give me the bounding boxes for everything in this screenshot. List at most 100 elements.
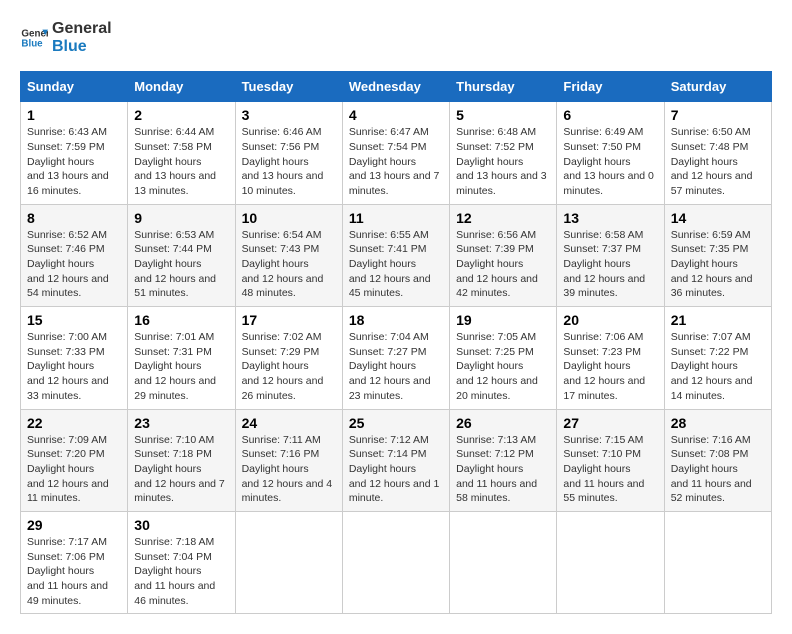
calendar-cell: 18 Sunrise: 7:04 AM Sunset: 7:27 PM Dayl… bbox=[342, 307, 449, 409]
day-number: 5 bbox=[456, 107, 550, 123]
calendar-cell: 20 Sunrise: 7:06 AM Sunset: 7:23 PM Dayl… bbox=[557, 307, 664, 409]
calendar-cell: 10 Sunrise: 6:54 AM Sunset: 7:43 PM Dayl… bbox=[235, 204, 342, 306]
col-tuesday: Tuesday bbox=[235, 72, 342, 102]
day-detail: Sunrise: 6:43 AM Sunset: 7:59 PM Dayligh… bbox=[27, 125, 121, 198]
day-number: 21 bbox=[671, 312, 765, 328]
calendar-cell: 25 Sunrise: 7:12 AM Sunset: 7:14 PM Dayl… bbox=[342, 409, 449, 511]
logo-icon: General Blue bbox=[20, 24, 48, 52]
calendar-cell: 7 Sunrise: 6:50 AM Sunset: 7:48 PM Dayli… bbox=[664, 102, 771, 204]
day-detail: Sunrise: 7:01 AM Sunset: 7:31 PM Dayligh… bbox=[134, 330, 228, 403]
day-number: 14 bbox=[671, 210, 765, 226]
calendar-cell bbox=[342, 511, 449, 613]
day-detail: Sunrise: 6:58 AM Sunset: 7:37 PM Dayligh… bbox=[563, 228, 657, 301]
calendar-cell: 22 Sunrise: 7:09 AM Sunset: 7:20 PM Dayl… bbox=[21, 409, 128, 511]
day-detail: Sunrise: 7:11 AM Sunset: 7:16 PM Dayligh… bbox=[242, 433, 336, 506]
day-number: 22 bbox=[27, 415, 121, 431]
day-number: 1 bbox=[27, 107, 121, 123]
calendar-cell: 19 Sunrise: 7:05 AM Sunset: 7:25 PM Dayl… bbox=[450, 307, 557, 409]
day-number: 2 bbox=[134, 107, 228, 123]
day-number: 26 bbox=[456, 415, 550, 431]
day-number: 30 bbox=[134, 517, 228, 533]
day-detail: Sunrise: 7:12 AM Sunset: 7:14 PM Dayligh… bbox=[349, 433, 443, 506]
calendar-cell: 24 Sunrise: 7:11 AM Sunset: 7:16 PM Dayl… bbox=[235, 409, 342, 511]
day-number: 28 bbox=[671, 415, 765, 431]
col-friday: Friday bbox=[557, 72, 664, 102]
calendar-cell: 28 Sunrise: 7:16 AM Sunset: 7:08 PM Dayl… bbox=[664, 409, 771, 511]
day-detail: Sunrise: 7:05 AM Sunset: 7:25 PM Dayligh… bbox=[456, 330, 550, 403]
calendar-cell: 16 Sunrise: 7:01 AM Sunset: 7:31 PM Dayl… bbox=[128, 307, 235, 409]
day-detail: Sunrise: 7:13 AM Sunset: 7:12 PM Dayligh… bbox=[456, 433, 550, 506]
calendar-cell: 5 Sunrise: 6:48 AM Sunset: 7:52 PM Dayli… bbox=[450, 102, 557, 204]
day-number: 27 bbox=[563, 415, 657, 431]
day-detail: Sunrise: 7:09 AM Sunset: 7:20 PM Dayligh… bbox=[27, 433, 121, 506]
col-monday: Monday bbox=[128, 72, 235, 102]
calendar-cell: 4 Sunrise: 6:47 AM Sunset: 7:54 PM Dayli… bbox=[342, 102, 449, 204]
day-detail: Sunrise: 7:07 AM Sunset: 7:22 PM Dayligh… bbox=[671, 330, 765, 403]
col-thursday: Thursday bbox=[450, 72, 557, 102]
day-detail: Sunrise: 6:44 AM Sunset: 7:58 PM Dayligh… bbox=[134, 125, 228, 198]
day-number: 9 bbox=[134, 210, 228, 226]
day-number: 29 bbox=[27, 517, 121, 533]
day-detail: Sunrise: 6:55 AM Sunset: 7:41 PM Dayligh… bbox=[349, 228, 443, 301]
col-saturday: Saturday bbox=[664, 72, 771, 102]
day-detail: Sunrise: 7:15 AM Sunset: 7:10 PM Dayligh… bbox=[563, 433, 657, 506]
col-wednesday: Wednesday bbox=[342, 72, 449, 102]
day-number: 10 bbox=[242, 210, 336, 226]
day-detail: Sunrise: 6:54 AM Sunset: 7:43 PM Dayligh… bbox=[242, 228, 336, 301]
calendar-cell: 3 Sunrise: 6:46 AM Sunset: 7:56 PM Dayli… bbox=[235, 102, 342, 204]
calendar-cell: 6 Sunrise: 6:49 AM Sunset: 7:50 PM Dayli… bbox=[557, 102, 664, 204]
calendar-cell: 26 Sunrise: 7:13 AM Sunset: 7:12 PM Dayl… bbox=[450, 409, 557, 511]
day-number: 13 bbox=[563, 210, 657, 226]
day-detail: Sunrise: 6:50 AM Sunset: 7:48 PM Dayligh… bbox=[671, 125, 765, 198]
logo: General Blue General Blue bbox=[20, 20, 112, 55]
calendar-cell: 21 Sunrise: 7:07 AM Sunset: 7:22 PM Dayl… bbox=[664, 307, 771, 409]
calendar-table: Sunday Monday Tuesday Wednesday Thursday… bbox=[20, 71, 772, 614]
calendar-cell: 11 Sunrise: 6:55 AM Sunset: 7:41 PM Dayl… bbox=[342, 204, 449, 306]
day-number: 11 bbox=[349, 210, 443, 226]
day-detail: Sunrise: 7:04 AM Sunset: 7:27 PM Dayligh… bbox=[349, 330, 443, 403]
day-detail: Sunrise: 7:16 AM Sunset: 7:08 PM Dayligh… bbox=[671, 433, 765, 506]
day-detail: Sunrise: 6:53 AM Sunset: 7:44 PM Dayligh… bbox=[134, 228, 228, 301]
day-detail: Sunrise: 7:06 AM Sunset: 7:23 PM Dayligh… bbox=[563, 330, 657, 403]
day-number: 20 bbox=[563, 312, 657, 328]
calendar-cell: 2 Sunrise: 6:44 AM Sunset: 7:58 PM Dayli… bbox=[128, 102, 235, 204]
calendar-cell bbox=[235, 511, 342, 613]
day-number: 6 bbox=[563, 107, 657, 123]
day-detail: Sunrise: 7:10 AM Sunset: 7:18 PM Dayligh… bbox=[134, 433, 228, 506]
day-detail: Sunrise: 7:17 AM Sunset: 7:06 PM Dayligh… bbox=[27, 535, 121, 608]
calendar-cell: 9 Sunrise: 6:53 AM Sunset: 7:44 PM Dayli… bbox=[128, 204, 235, 306]
calendar-cell bbox=[450, 511, 557, 613]
calendar-cell: 13 Sunrise: 6:58 AM Sunset: 7:37 PM Dayl… bbox=[557, 204, 664, 306]
day-number: 19 bbox=[456, 312, 550, 328]
day-number: 18 bbox=[349, 312, 443, 328]
day-detail: Sunrise: 6:52 AM Sunset: 7:46 PM Dayligh… bbox=[27, 228, 121, 301]
day-detail: Sunrise: 6:49 AM Sunset: 7:50 PM Dayligh… bbox=[563, 125, 657, 198]
calendar-cell: 23 Sunrise: 7:10 AM Sunset: 7:18 PM Dayl… bbox=[128, 409, 235, 511]
day-detail: Sunrise: 6:47 AM Sunset: 7:54 PM Dayligh… bbox=[349, 125, 443, 198]
calendar-cell: 29 Sunrise: 7:17 AM Sunset: 7:06 PM Dayl… bbox=[21, 511, 128, 613]
calendar-cell: 27 Sunrise: 7:15 AM Sunset: 7:10 PM Dayl… bbox=[557, 409, 664, 511]
calendar-cell bbox=[557, 511, 664, 613]
day-detail: Sunrise: 6:56 AM Sunset: 7:39 PM Dayligh… bbox=[456, 228, 550, 301]
day-detail: Sunrise: 6:46 AM Sunset: 7:56 PM Dayligh… bbox=[242, 125, 336, 198]
day-number: 16 bbox=[134, 312, 228, 328]
calendar-cell: 15 Sunrise: 7:00 AM Sunset: 7:33 PM Dayl… bbox=[21, 307, 128, 409]
calendar-cell: 1 Sunrise: 6:43 AM Sunset: 7:59 PM Dayli… bbox=[21, 102, 128, 204]
svg-text:Blue: Blue bbox=[21, 38, 43, 49]
day-number: 8 bbox=[27, 210, 121, 226]
day-detail: Sunrise: 7:18 AM Sunset: 7:04 PM Dayligh… bbox=[134, 535, 228, 608]
day-detail: Sunrise: 7:02 AM Sunset: 7:29 PM Dayligh… bbox=[242, 330, 336, 403]
day-number: 15 bbox=[27, 312, 121, 328]
day-detail: Sunrise: 6:48 AM Sunset: 7:52 PM Dayligh… bbox=[456, 125, 550, 198]
page-header: General Blue General Blue bbox=[20, 20, 772, 55]
day-number: 12 bbox=[456, 210, 550, 226]
day-number: 17 bbox=[242, 312, 336, 328]
calendar-cell: 12 Sunrise: 6:56 AM Sunset: 7:39 PM Dayl… bbox=[450, 204, 557, 306]
day-detail: Sunrise: 7:00 AM Sunset: 7:33 PM Dayligh… bbox=[27, 330, 121, 403]
day-number: 3 bbox=[242, 107, 336, 123]
calendar-cell: 14 Sunrise: 6:59 AM Sunset: 7:35 PM Dayl… bbox=[664, 204, 771, 306]
day-detail: Sunrise: 6:59 AM Sunset: 7:35 PM Dayligh… bbox=[671, 228, 765, 301]
day-number: 23 bbox=[134, 415, 228, 431]
calendar-cell: 30 Sunrise: 7:18 AM Sunset: 7:04 PM Dayl… bbox=[128, 511, 235, 613]
calendar-cell bbox=[664, 511, 771, 613]
